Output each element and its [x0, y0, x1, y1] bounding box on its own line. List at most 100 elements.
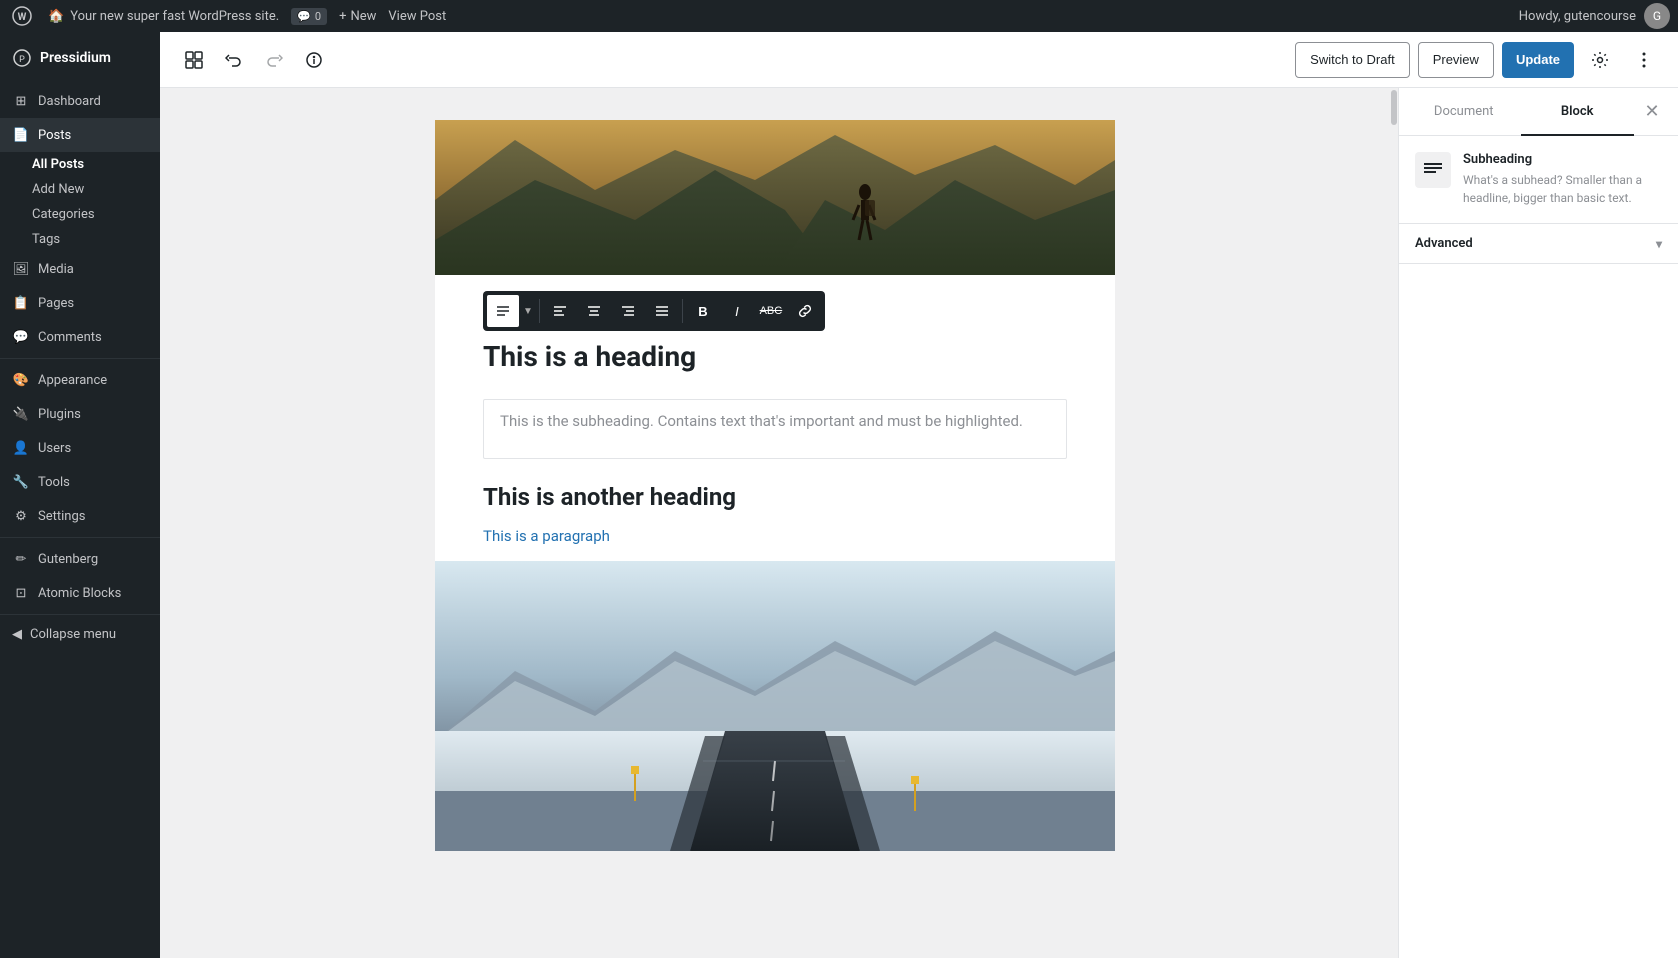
- pressidium-logo-text: Pressidium: [40, 50, 111, 66]
- another-heading-block[interactable]: This is another heading: [435, 475, 1115, 519]
- strikethrough-button[interactable]: ABC: [755, 295, 787, 327]
- admin-bar: W 🏠 Your new super fast WordPress site. …: [0, 0, 1678, 32]
- block-info: Subheading What's a subhead? Smaller tha…: [1399, 136, 1678, 224]
- scrollbar[interactable]: [1390, 88, 1398, 958]
- sidebar-divider-2: [0, 537, 160, 538]
- block-description: What's a subhead? Smaller than a headlin…: [1463, 171, 1662, 207]
- redo-button[interactable]: [256, 42, 292, 78]
- subheading-block[interactable]: This is the subheading. Contains text th…: [435, 399, 1115, 475]
- home-icon: 🏠: [48, 9, 64, 24]
- post-heading[interactable]: This is a heading: [483, 339, 1067, 375]
- posts-icon: 📄: [12, 126, 30, 144]
- sidebar-sub-categories[interactable]: Categories: [32, 202, 160, 227]
- post-editor: ▼: [435, 120, 1115, 851]
- align-left-button[interactable]: [544, 295, 576, 327]
- switch-to-draft-button[interactable]: Switch to Draft: [1295, 42, 1410, 78]
- sidebar-item-atomic-blocks[interactable]: ⊡ Atomic Blocks: [0, 576, 160, 610]
- info-button[interactable]: [296, 42, 332, 78]
- panel-close-button[interactable]: ✕: [1634, 94, 1670, 130]
- advanced-header[interactable]: Advanced ▾: [1399, 224, 1678, 263]
- hero-image-block[interactable]: [435, 120, 1115, 275]
- appearance-icon: 🎨: [12, 371, 30, 389]
- comment-icon: 💬: [297, 10, 311, 23]
- dashboard-icon: ⊞: [12, 92, 30, 110]
- wp-logo[interactable]: W: [8, 2, 36, 30]
- tab-block[interactable]: Block: [1521, 88, 1635, 136]
- more-options-button[interactable]: [1626, 42, 1662, 78]
- sidebar-item-appearance[interactable]: 🎨 Appearance: [0, 363, 160, 397]
- editor-content: ▼: [160, 88, 1390, 958]
- italic-button[interactable]: I: [721, 295, 753, 327]
- settings-button[interactable]: [1582, 42, 1618, 78]
- chevron-down-icon: ▾: [1656, 237, 1662, 251]
- editor-toolbar: Switch to Draft Preview Update: [160, 32, 1678, 88]
- settings-icon: ⚙: [12, 507, 30, 525]
- view-post-link[interactable]: View Post: [388, 9, 446, 24]
- paragraph-block[interactable]: This is a paragraph: [435, 519, 1115, 561]
- sidebar-item-media[interactable]: 🖼 Media: [0, 252, 160, 286]
- add-block-button[interactable]: [176, 42, 212, 78]
- toolbar-sep-1: [539, 299, 540, 323]
- heading-block[interactable]: ▼: [435, 275, 1115, 399]
- chevron-dropdown[interactable]: ▼: [521, 306, 535, 317]
- media-icon: 🖼: [12, 260, 30, 278]
- svg-text:P: P: [19, 55, 25, 65]
- scroll-thumb[interactable]: [1391, 90, 1397, 125]
- sidebar-sub-tags[interactable]: Tags: [32, 227, 160, 252]
- sidebar-sub-all-posts[interactable]: All Posts: [32, 152, 160, 177]
- tools-icon: 🔧: [12, 473, 30, 491]
- plugins-icon: 🔌: [12, 405, 30, 423]
- sidebar-item-users[interactable]: 👤 Users: [0, 431, 160, 465]
- svg-text:W: W: [18, 12, 27, 23]
- sidebar: P Pressidium ⊞ Dashboard 📄 Posts All Pos…: [0, 32, 160, 958]
- panel-body: Subheading What's a subhead? Smaller tha…: [1399, 136, 1678, 958]
- subheading-placeholder[interactable]: This is the subheading. Contains text th…: [483, 399, 1067, 459]
- block-type-button[interactable]: [487, 295, 519, 327]
- comments-link[interactable]: 💬 0: [291, 8, 327, 25]
- preview-button[interactable]: Preview: [1418, 42, 1494, 78]
- undo-button[interactable]: [216, 42, 252, 78]
- sidebar-logo[interactable]: P Pressidium: [0, 32, 160, 84]
- collapse-icon: ◀: [12, 627, 22, 642]
- sidebar-item-gutenberg[interactable]: ✏ Gutenberg: [0, 542, 160, 576]
- toolbar-sep-2: [682, 299, 683, 323]
- paragraph-text[interactable]: This is a paragraph: [483, 527, 1067, 545]
- atomic-blocks-icon: ⊡: [12, 584, 30, 602]
- sidebar-item-plugins[interactable]: 🔌 Plugins: [0, 397, 160, 431]
- align-right-button[interactable]: [612, 295, 644, 327]
- link-button[interactable]: [789, 295, 821, 327]
- advanced-section: Advanced ▾: [1399, 224, 1678, 264]
- gutenberg-icon: ✏: [12, 550, 30, 568]
- sidebar-divider-1: [0, 358, 160, 359]
- update-button[interactable]: Update: [1502, 42, 1574, 78]
- sidebar-item-tools[interactable]: 🔧 Tools: [0, 465, 160, 499]
- align-full-button[interactable]: [646, 295, 678, 327]
- avatar[interactable]: G: [1644, 3, 1670, 29]
- plus-icon: +: [339, 9, 346, 24]
- align-center-button[interactable]: [578, 295, 610, 327]
- panel-tabs: Document Block ✕: [1399, 88, 1678, 136]
- block-icon: [1415, 152, 1451, 188]
- sidebar-item-settings[interactable]: ⚙ Settings: [0, 499, 160, 533]
- block-title: Subheading: [1463, 152, 1662, 167]
- another-heading[interactable]: This is another heading: [483, 483, 1067, 511]
- tab-document[interactable]: Document: [1407, 88, 1521, 136]
- pages-icon: 📋: [12, 294, 30, 312]
- sidebar-sub-add-new[interactable]: Add New: [32, 177, 160, 202]
- new-link[interactable]: + New: [339, 9, 376, 24]
- collapse-menu-item[interactable]: ◀ Collapse menu: [0, 619, 160, 650]
- sidebar-item-posts[interactable]: 📄 Posts: [0, 118, 160, 152]
- right-panel: Document Block ✕: [1398, 88, 1678, 958]
- sidebar-item-pages[interactable]: 📋 Pages: [0, 286, 160, 320]
- sidebar-divider-3: [0, 614, 160, 615]
- comments-icon: 💬: [12, 328, 30, 346]
- sidebar-item-dashboard[interactable]: ⊞ Dashboard: [0, 84, 160, 118]
- howdy-text: Howdy, gutencourse: [1519, 9, 1636, 24]
- site-name[interactable]: 🏠 Your new super fast WordPress site.: [48, 9, 279, 24]
- second-image-block[interactable]: [435, 561, 1115, 851]
- sidebar-item-comments[interactable]: 💬 Comments: [0, 320, 160, 354]
- posts-submenu: All Posts Add New Categories Tags: [0, 152, 160, 252]
- advanced-label: Advanced: [1415, 236, 1473, 251]
- block-toolbar: ▼: [483, 291, 825, 331]
- bold-button[interactable]: B: [687, 295, 719, 327]
